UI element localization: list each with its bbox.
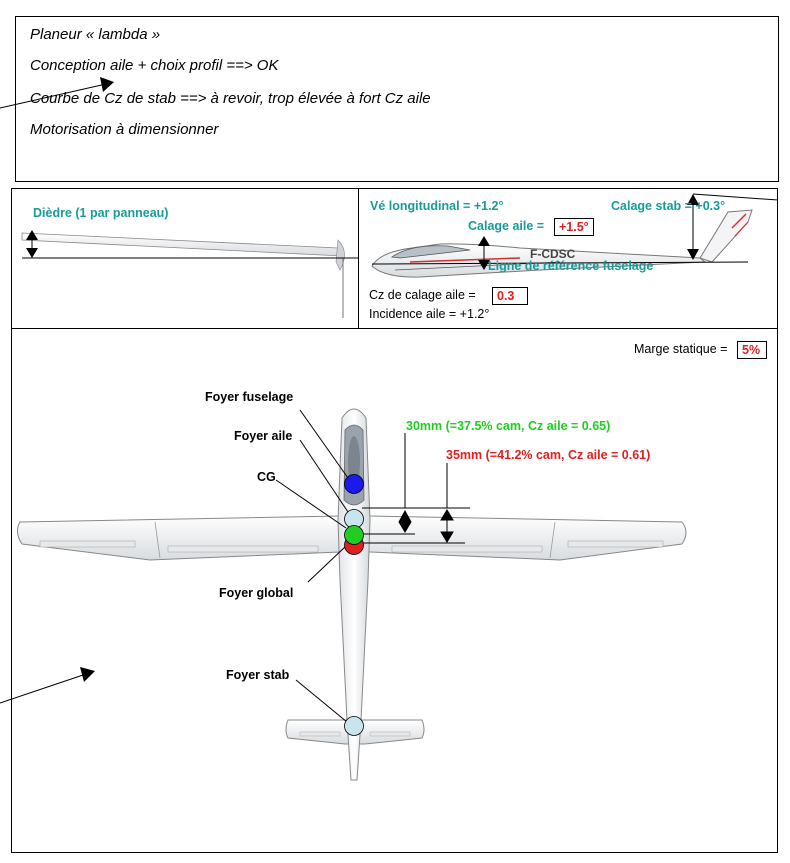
foyer-global-label: Foyer global <box>219 586 294 600</box>
calage-aile-value: +1.5° <box>554 218 594 236</box>
marge-statique-label: Marge statique = <box>634 342 728 356</box>
marge-statique-value: 5% <box>737 341 767 359</box>
cz-calage-label: Cz de calage aile = <box>369 288 476 302</box>
foyer-fuselage-marker <box>344 474 364 494</box>
diagram-drawing: F-CDSC <box>0 77 779 781</box>
stray-arrow-top <box>0 77 114 109</box>
calage-aile-label: Calage aile = <box>468 219 545 233</box>
reference-line-label: Ligne de référence fuselage <box>488 259 654 273</box>
stray-arrow-bottom <box>0 667 95 704</box>
incidence-label: Incidence aile = +1.2° <box>369 307 490 321</box>
cg-label: CG <box>257 470 276 484</box>
foyer-stab-label: Foyer stab <box>226 668 290 682</box>
foyer-stab-marker <box>344 716 364 736</box>
dim-35mm-label: 35mm (=41.2% cam, Cz aile = 0.61) <box>446 448 651 462</box>
calage-stab-label: Calage stab = +0.3° <box>611 199 726 213</box>
foyer-fuselage-label: Foyer fuselage <box>205 390 294 404</box>
cg-marker <box>344 525 364 545</box>
cz-calage-value: 0.3 <box>492 287 528 305</box>
front-view-glider <box>21 232 358 318</box>
ve-longitudinal-label: Vé longitudinal = +1.2° <box>370 199 504 213</box>
dim-30mm-label: 30mm (=37.5% cam, Cz aile = 0.65) <box>406 419 611 433</box>
foyer-aile-label: Foyer aile <box>234 429 293 443</box>
dihedral-label: Dièdre (1 par panneau) <box>33 206 169 220</box>
